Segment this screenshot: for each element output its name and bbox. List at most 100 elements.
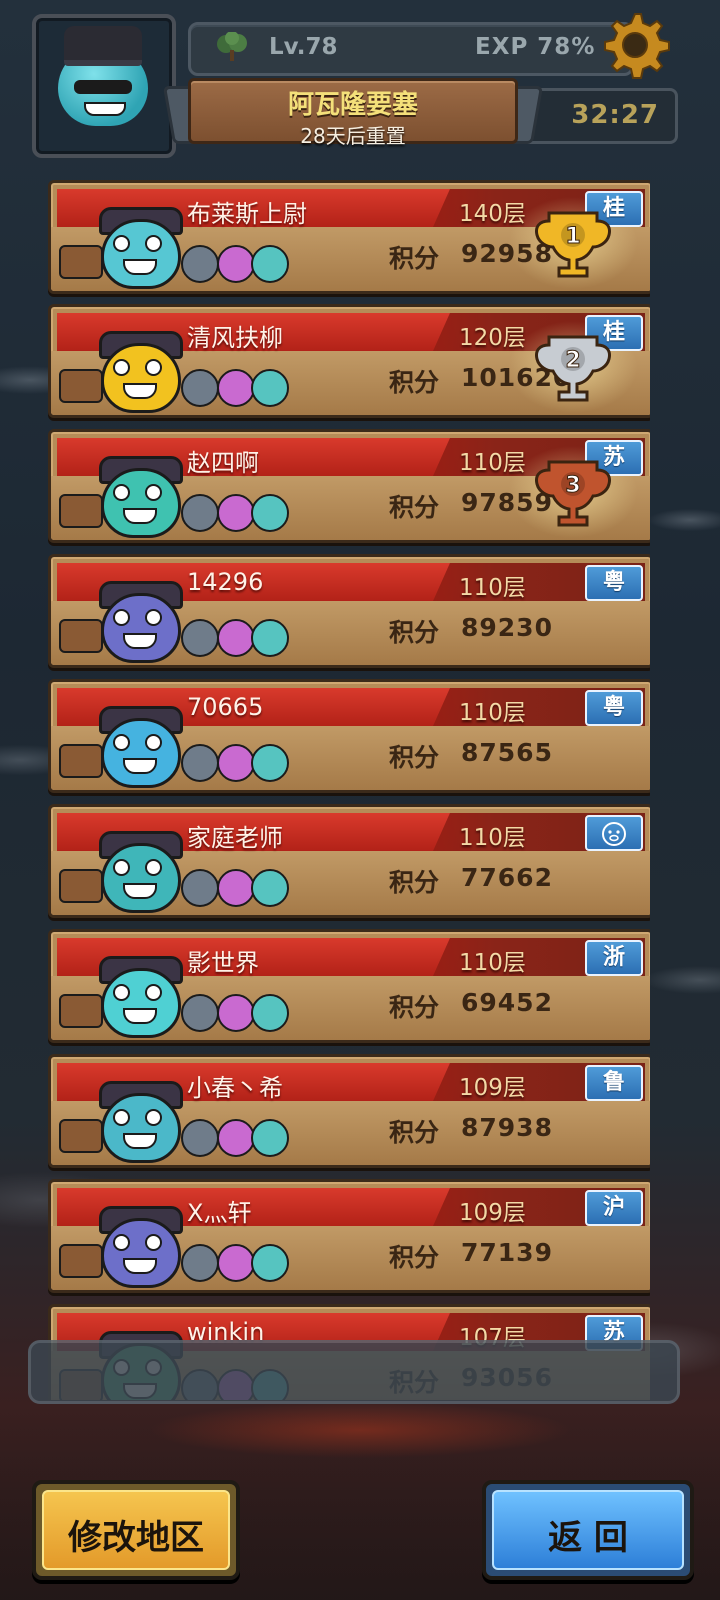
ranking-row[interactable]: 小春丶希 109层 积分 87938 鲁: [48, 1054, 650, 1168]
ranking-row[interactable]: 影世界 110层 积分 69452 浙: [48, 929, 650, 1043]
monster-eye: [145, 235, 162, 252]
floor-reached: 140层: [459, 201, 526, 227]
team-monster: [217, 994, 255, 1032]
avatar-mask: [74, 80, 132, 94]
monster-eye: [145, 609, 162, 626]
score-label: 积分: [389, 1243, 440, 1272]
region-badge: 浙: [585, 940, 643, 976]
svg-text:1: 1: [565, 224, 580, 249]
team-monster: [217, 1119, 255, 1157]
monster-eye: [113, 984, 130, 1001]
region-badge: 沪: [585, 1190, 643, 1226]
score-label: 积分: [389, 244, 440, 273]
weapon-icon: [59, 1244, 103, 1278]
score-value: 87565: [461, 738, 553, 767]
weapon-icon: [59, 1119, 103, 1153]
back-button[interactable]: 返 回: [482, 1480, 694, 1580]
monster-mouth: [123, 758, 157, 774]
lead-monster: [101, 968, 181, 1038]
team-monster: [217, 1244, 255, 1282]
ranking-row[interactable]: 清风扶柳 120层 积分 101620 桂 2: [48, 304, 650, 418]
team-monster: [181, 1119, 219, 1157]
avatar-hat: [64, 26, 142, 66]
team-monster: [181, 744, 219, 782]
reset-timer: 32:27: [520, 88, 678, 144]
ranking-row[interactable]: 赵四啊 110层 积分 97859 苏 3: [48, 429, 650, 543]
team-monster: [217, 619, 255, 657]
settings-gear-icon[interactable]: [600, 10, 670, 80]
monster-mouth: [123, 633, 157, 649]
score-label: 积分: [389, 743, 440, 772]
player-avatar[interactable]: [32, 14, 176, 158]
monster-eye: [145, 1109, 162, 1126]
lead-monster: [101, 1093, 181, 1163]
lead-monster: [101, 1218, 181, 1288]
player-name: 布莱斯上尉: [187, 200, 307, 228]
monster-mouth: [123, 883, 157, 899]
floor-reached: 109层: [459, 1075, 526, 1101]
score-value: 89230: [461, 613, 553, 642]
level-exp-bar: Lv.78 EXP 78%: [188, 22, 634, 76]
change-region-button[interactable]: 修改地区: [32, 1480, 240, 1580]
change-region-label: 修改地区: [68, 1518, 204, 1558]
monster-mouth: [123, 1008, 157, 1024]
lead-monster: [101, 343, 181, 413]
ranking-row[interactable]: 家庭老师 110层 积分 77662: [48, 804, 650, 918]
ranking-row[interactable]: X灬轩 109层 积分 77139 沪: [48, 1179, 650, 1293]
score-value: 77662: [461, 863, 553, 892]
team-monster: [251, 245, 289, 283]
list-scroll-track: [28, 1340, 680, 1404]
team-monster: [251, 994, 289, 1032]
timer-text: 32:27: [571, 100, 659, 130]
monster-eye: [145, 359, 162, 376]
score-label: 积分: [389, 368, 440, 397]
monster-eye: [145, 984, 162, 1001]
player-level: Lv.78: [269, 34, 338, 60]
ranking-list[interactable]: 布莱斯上尉 140层 积分 92958 桂 1 清风扶柳 120层 积分 101620 桂 2 赵四啊 1…: [48, 180, 650, 1400]
svg-text:3: 3: [565, 473, 580, 498]
team-monster: [181, 994, 219, 1032]
ranking-row[interactable]: 70665 110层 积分 87565 粤: [48, 679, 650, 793]
ranking-row[interactable]: 布莱斯上尉 140层 积分 92958 桂 1: [48, 180, 650, 294]
monster-eye: [145, 859, 162, 876]
team-monster: [251, 369, 289, 407]
player-name: 影世界: [187, 949, 259, 977]
monster-eye: [145, 1234, 162, 1251]
team-monster: [181, 369, 219, 407]
dungeon-banner: 阿瓦隆要塞 28天后重置: [162, 74, 544, 148]
team-monster: [251, 1119, 289, 1157]
region-badge: 粤: [585, 690, 643, 726]
team-monster: [181, 619, 219, 657]
monster-eye: [113, 1109, 130, 1126]
monster-eye: [113, 235, 130, 252]
tree-icon: [217, 32, 247, 61]
svg-text:2: 2: [565, 348, 580, 373]
player-name: 小春丶希: [187, 1074, 283, 1102]
weapon-icon: [59, 619, 103, 653]
score-label: 积分: [389, 618, 440, 647]
region-badge: 鲁: [585, 1065, 643, 1101]
monster-mouth: [123, 508, 157, 524]
back-label: 返 回: [548, 1518, 628, 1558]
region-badge: 粤: [585, 565, 643, 601]
weapon-icon: [59, 869, 103, 903]
team-monster: [217, 869, 255, 907]
floor-reached: 110层: [459, 950, 526, 976]
ranking-row[interactable]: 14296 110层 积分 89230 粤: [48, 554, 650, 668]
monster-eye: [145, 734, 162, 751]
floor-reached: 110层: [459, 825, 526, 851]
reset-countdown: 28天后重置: [300, 124, 406, 148]
score-value: 69452: [461, 988, 553, 1017]
lead-monster: [101, 468, 181, 538]
floor-reached: 110层: [459, 575, 526, 601]
team-monster: [217, 744, 255, 782]
monster-mouth: [123, 1133, 157, 1149]
score-value: 87938: [461, 1113, 553, 1142]
floor-reached: 109层: [459, 1200, 526, 1226]
dungeon-title: 阿瓦隆要塞: [287, 90, 418, 120]
team-monster: [181, 245, 219, 283]
lead-monster: [101, 219, 181, 289]
player-name: 赵四啊: [187, 449, 259, 477]
team-monster: [181, 869, 219, 907]
lead-monster: [101, 843, 181, 913]
